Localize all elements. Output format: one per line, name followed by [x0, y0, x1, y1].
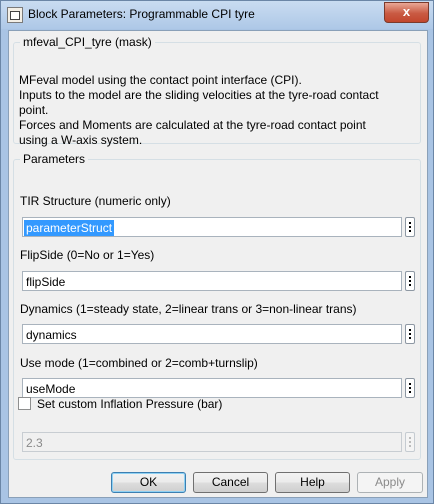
description-line: Forces and Moments are calculated at the… — [19, 118, 366, 132]
tir-structure-value: parameterStruct — [24, 220, 115, 236]
dynamics-menu-button[interactable] — [405, 324, 415, 344]
ok-button[interactable]: OK — [111, 472, 186, 493]
tir-structure-label: TIR Structure (numeric only) — [20, 194, 171, 208]
dynamics-label: Dynamics (1=steady state, 2=linear trans… — [20, 302, 357, 316]
dynamics-value: dynamics — [26, 328, 77, 342]
block-icon — [7, 7, 23, 23]
mask-legend: mfeval_CPI_tyre (mask) — [23, 35, 152, 49]
dynamics-input[interactable]: dynamics — [22, 324, 402, 344]
mask-description-group: mfeval_CPI_tyre (mask) MFeval model usin… — [13, 35, 421, 147]
inflation-pressure-input[interactable]: 2.3 — [22, 432, 402, 452]
description-line: using a W-axis system. — [19, 133, 143, 147]
flipside-menu-button[interactable] — [405, 271, 415, 291]
inflation-pressure-value: 2.3 — [26, 436, 43, 450]
inflation-pressure-checkbox-label[interactable]: Set custom Inflation Pressure (bar) — [37, 397, 222, 411]
use-mode-menu-button[interactable] — [405, 378, 415, 398]
cancel-button[interactable]: Cancel — [193, 472, 268, 493]
use-mode-label: Use mode (1=combined or 2=comb+turnslip) — [20, 356, 258, 370]
parameters-group: Parameters TIR Structure (numeric only) … — [13, 152, 421, 460]
help-button[interactable]: Help — [275, 472, 350, 493]
inflation-pressure-checkbox[interactable] — [18, 397, 31, 410]
use-mode-input[interactable]: useMode — [22, 378, 402, 398]
mask-description: MFeval model using the contact point int… — [19, 73, 419, 148]
close-button[interactable]: x — [384, 2, 429, 23]
flipside-label: FlipSide (0=No or 1=Yes) — [20, 248, 155, 262]
flipside-input[interactable]: flipSide — [22, 271, 402, 291]
dialog-body: mfeval_CPI_tyre (mask) MFeval model usin… — [8, 30, 428, 498]
inflation-pressure-menu-button[interactable] — [405, 432, 415, 452]
description-line: Inputs to the model are the sliding velo… — [19, 88, 379, 102]
use-mode-value: useMode — [26, 382, 76, 396]
description-line: point. — [19, 103, 49, 117]
tir-structure-input[interactable]: parameterStruct — [22, 217, 402, 237]
tir-structure-menu-button[interactable] — [405, 217, 415, 237]
window-title: Block Parameters: Programmable CPI tyre — [28, 7, 255, 21]
title-bar[interactable]: Block Parameters: Programmable CPI tyre … — [1, 1, 433, 29]
flipside-value: flipSide — [26, 275, 66, 289]
description-line: MFeval model using the contact point int… — [19, 73, 302, 87]
dialog-window: Block Parameters: Programmable CPI tyre … — [0, 0, 434, 504]
apply-button[interactable]: Apply — [357, 472, 423, 493]
parameters-legend: Parameters — [23, 152, 86, 166]
